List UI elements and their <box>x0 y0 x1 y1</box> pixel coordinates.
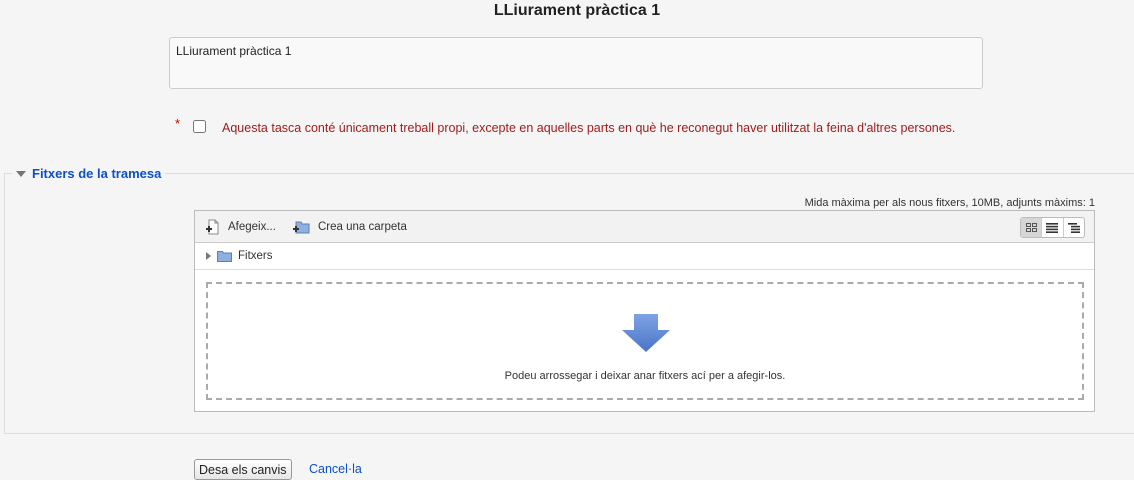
folder-icon <box>217 251 232 262</box>
required-marker: * <box>175 116 181 131</box>
list-view-button[interactable] <box>1042 218 1064 237</box>
tree-icon <box>1067 222 1080 233</box>
add-file-button[interactable]: Afegeix... <box>205 219 276 235</box>
down-arrow-icon <box>622 314 670 352</box>
expand-triangle-icon[interactable] <box>206 252 211 260</box>
cancel-link[interactable]: Cancel·la <box>309 462 362 476</box>
add-file-label: Afegeix... <box>228 221 276 233</box>
collapse-triangle-icon <box>16 170 26 177</box>
max-size-note: Mida màxima per als nous fitxers, 10MB, … <box>804 197 1095 209</box>
grid-icon <box>1025 223 1037 232</box>
add-file-icon <box>206 219 219 235</box>
view-switcher <box>1020 217 1085 238</box>
file-picker-toolbar: Afegeix... Crea una carpeta <box>195 211 1094 243</box>
file-picker: Afegeix... Crea una carpeta Fitxers Pode… <box>194 210 1095 412</box>
create-folder-button[interactable]: Crea una carpeta <box>293 219 407 235</box>
statement-label: Aquesta tasca conté únicament treball pr… <box>222 121 956 135</box>
statement-checkbox[interactable] <box>193 120 206 133</box>
files-section-toggle[interactable]: Fitxers de la tramesa <box>12 166 166 181</box>
create-folder-icon <box>293 221 310 234</box>
folder-path-bar: Fitxers <box>195 243 1094 270</box>
submission-text-field[interactable]: LLiurament pràctica 1 <box>169 37 983 89</box>
dropzone-text: Podeu arrossegar i deixar anar fitxers a… <box>504 370 786 382</box>
icons-view-button[interactable] <box>1021 218 1043 237</box>
create-folder-label: Crea una carpeta <box>318 221 407 233</box>
list-icon <box>1046 222 1059 233</box>
save-changes-button[interactable]: Desa els canvis <box>194 459 292 480</box>
page-title: LLiurament pràctica 1 <box>493 2 661 19</box>
tree-view-button[interactable] <box>1064 218 1084 237</box>
files-section-legend: Fitxers de la tramesa <box>32 166 162 181</box>
file-dropzone[interactable]: Podeu arrossegar i deixar anar fitxers a… <box>206 282 1084 400</box>
folder-path-label[interactable]: Fitxers <box>238 250 273 262</box>
